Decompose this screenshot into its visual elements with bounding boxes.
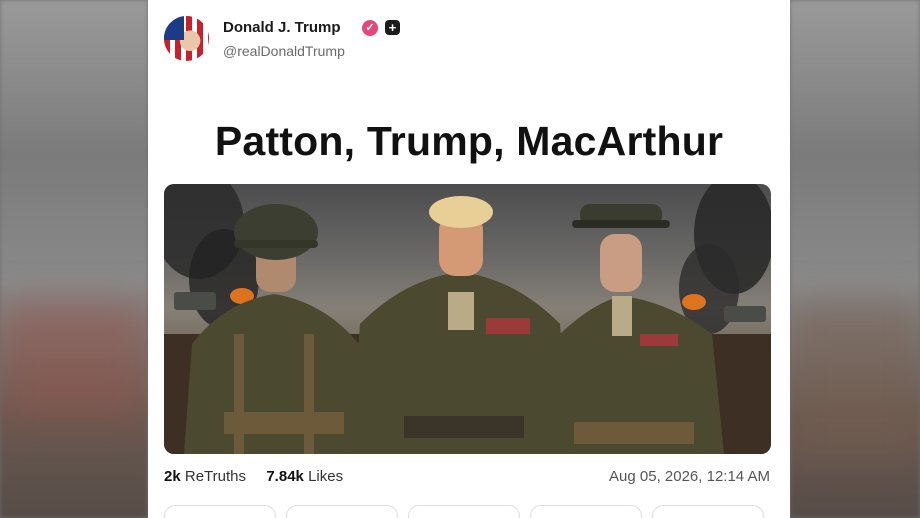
action-button[interactable]	[408, 505, 520, 518]
likes-count[interactable]: 7.84k	[266, 468, 304, 485]
blurred-background-left	[0, 0, 148, 518]
blurred-background-shape	[790, 300, 920, 460]
action-button[interactable]	[530, 505, 642, 518]
action-button[interactable]	[286, 505, 398, 518]
post-timestamp: Aug 05, 2026, 12:14 AM	[609, 468, 770, 485]
action-row	[148, 505, 790, 518]
plus-badge-icon: +	[385, 20, 400, 35]
action-button[interactable]	[164, 505, 276, 518]
verified-badge-icon: ✓	[362, 20, 378, 36]
likes-label[interactable]: Likes	[308, 468, 343, 485]
post-title: Patton, Trump, MacArthur	[214, 118, 724, 164]
post-image[interactable]	[164, 184, 771, 454]
post-card: Donald J. Trump ✓ + @realDonaldTrump Pat…	[148, 0, 790, 518]
author-name[interactable]: Donald J. Trump	[223, 19, 341, 36]
post-stats: 2k ReTruths 7.84k Likes	[164, 468, 343, 485]
action-button[interactable]	[652, 505, 764, 518]
retruths-count[interactable]: 2k	[164, 468, 181, 485]
soldier-center	[350, 196, 570, 454]
post-image-illustration	[164, 184, 771, 454]
author-handle[interactable]: @realDonaldTrump	[223, 43, 345, 59]
post-header: Donald J. Trump ✓ + @realDonaldTrump	[164, 16, 764, 64]
avatar[interactable]	[164, 16, 209, 61]
retruths-label[interactable]: ReTruths	[185, 468, 246, 485]
blurred-background-shape	[0, 300, 148, 420]
